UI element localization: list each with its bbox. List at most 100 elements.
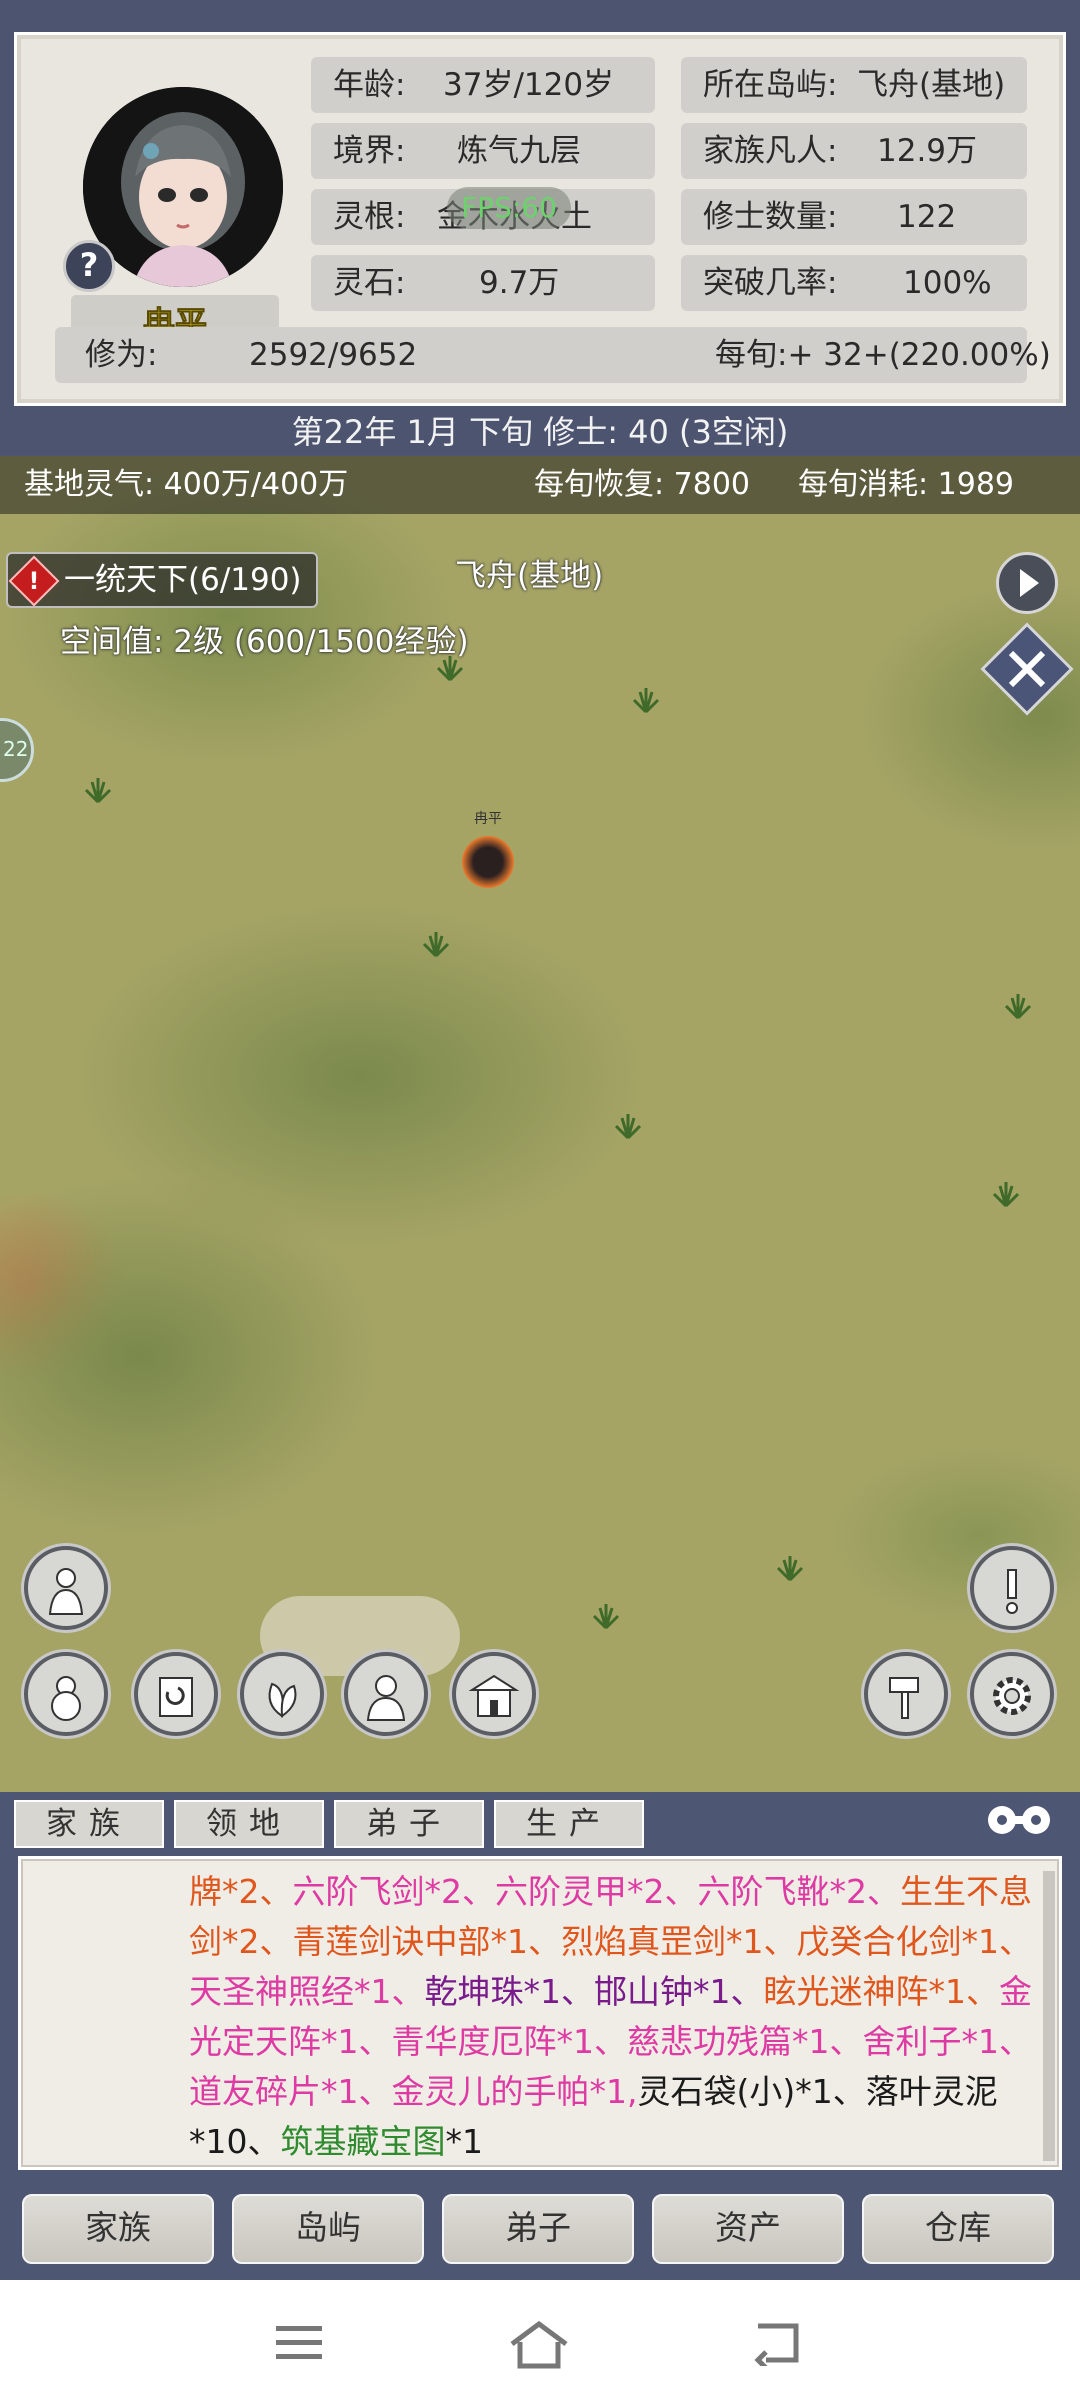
log-segment: 六阶飞剑*2、 [292,1872,496,1911]
stat-cultivators: 修士数量: 122 [681,189,1027,245]
player-map-avatar[interactable] [462,836,514,888]
log-segment: 道友碎片*1、 [189,2072,392,2111]
stat-realm-value: 炼气九层 [457,133,581,169]
back-icon[interactable] [752,2320,806,2366]
nav-family-button[interactable]: 家族 [22,2194,214,2264]
building-button[interactable] [452,1652,536,1736]
nav-island-button[interactable]: 岛屿 [232,2194,424,2264]
quest-label: 一统天下(6/190) [64,562,302,598]
player-info-panel: ? 冉平 年龄: 37岁/120岁 境界: 炼气九层 灵根: 金木水火土 灵石:… [14,32,1066,406]
system-navigation-bar [0,2280,1080,2408]
qi-recovery: 每旬恢复: 7800 [534,467,750,502]
stat-stone-label: 灵石: [333,265,406,301]
fps-counter: FPS:60 [447,187,571,229]
log-segment: 邯山钟*1、 [594,1972,764,2011]
herb-button[interactable] [240,1652,324,1736]
base-qi: 基地灵气: 400万/400万 [24,467,349,502]
alert-button[interactable] [970,1546,1054,1630]
stat-mortals-value: 12.9万 [877,133,978,169]
space-value: 空间值: 2级 (600/1500经验) [60,624,469,660]
log-segment: 天圣神照经*1、 [189,1972,425,2011]
stat-age: 年龄: 37岁/120岁 [311,57,655,113]
tab-family[interactable]: 家族 [14,1800,164,1848]
tab-production[interactable]: 生产 [494,1800,644,1848]
log-segment: 灵石袋(小)*1、 [637,2072,866,2111]
monk-icon [366,1675,406,1721]
grass-icon [592,1604,620,1630]
grass-icon [84,778,112,804]
stat-root-label: 灵根: [333,199,406,235]
date-bar: 第22年 1月 下旬 修士: 40 (3空闲) [0,410,1080,454]
event-log[interactable]: 牌*2、六阶飞剑*2、六阶灵甲*2、六阶飞靴*2、生生不息剑*2、青莲剑诀中部*… [18,1856,1062,2170]
grass-icon [992,1182,1020,1208]
stat-cultivation-label: 修为: [85,337,158,373]
log-scrollbar[interactable] [1043,1871,1055,2161]
gourd-button[interactable] [24,1652,108,1736]
stat-island-value: 飞舟(基地) [857,67,1006,103]
status-header: ? 冉平 年龄: 37岁/120岁 境界: 炼气九层 灵根: 金木水火土 灵石:… [0,0,1080,412]
stat-realm-label: 境界: [333,133,406,169]
leaf-icon [268,1682,297,1718]
stat-island-label: 所在岛屿: [703,67,838,103]
stat-age-value: 37岁/120岁 [443,67,615,103]
qi-consumption: 每旬消耗: 1989 [798,467,1014,502]
log-segment: 戊癸合化剑*1、 [796,1922,1033,1961]
help-icon[interactable]: ? [63,240,115,292]
settings-button[interactable] [970,1652,1054,1736]
tab-territory[interactable]: 领地 [174,1800,324,1848]
gourd-icon [51,1676,81,1721]
quest-tracker[interactable]: ! 一统天下(6/190) [6,552,318,608]
grass-icon [614,1114,642,1140]
log-segment: 牌*2、 [189,1872,293,1911]
log-segment: 六阶灵甲*2、 [495,1872,698,1911]
map-avatar-name: 冉平 [474,811,502,827]
person-icon [48,1568,84,1615]
log-segment: 青莲剑诀中部*1、 [292,1922,562,1961]
resource-bar: 基地灵气: 400万/400万 每旬恢复: 7800 每旬消耗: 1989 [0,456,1080,514]
crossed-swords-icon[interactable] [980,622,1074,716]
log-segment: 六阶飞靴*2、 [697,1872,901,1911]
stat-stone: 灵石: 9.7万 [311,255,655,311]
tab-disciples[interactable]: 弟子 [334,1800,484,1848]
grass-icon [632,688,660,714]
grass-icon [776,1556,804,1582]
nav-warehouse-button[interactable]: 仓库 [862,2194,1054,2264]
log-segment: 眩光迷神阵*1、 [763,1972,1000,2011]
pavilion-icon [468,1674,520,1717]
main-nav: 家族 岛屿 弟子 资产 仓库 [0,2176,1080,2276]
stat-realm: 境界: 炼气九层 [311,123,655,179]
stat-per-period: 每旬:+ 32+(220.00%) [715,337,1051,373]
home-icon[interactable] [508,2320,570,2370]
log-segment: 烈焰真罡剑*1、 [561,1922,797,1961]
log-segment: *1 [445,2122,484,2161]
log-segment: 慈悲功残篇*1、 [627,2022,863,2061]
stat-breakthrough-label: 突破几率: [703,265,838,301]
nav-disciples-button[interactable]: 弟子 [442,2194,634,2264]
stat-cultivators-label: 修士数量: [703,199,838,235]
stat-island: 所在岛屿: 飞舟(基地) [681,57,1027,113]
log-segment: 舍利子*1、 [862,2022,1033,2061]
scroll-button[interactable] [134,1652,218,1736]
stat-mortals-label: 家族凡人: [703,133,838,169]
gear-icon [993,1677,1031,1715]
menu-icon[interactable] [274,2320,324,2366]
stat-age-label: 年龄: [333,67,406,103]
log-segment: 乾坤珠*1、 [424,1972,595,2011]
exclamation-icon [1006,1569,1018,1614]
stat-breakthrough-value: 100% [903,265,992,301]
stat-stone-value: 9.7万 [479,265,560,301]
stat-cultivation: 修为: 2592/9652 每旬:+ 32+(220.00%) [55,327,1051,383]
disciple-figure-button[interactable] [24,1546,108,1630]
location-title: 飞舟(基地) [455,558,604,594]
grass-icon [436,656,464,682]
play-icon[interactable] [996,552,1058,614]
side-badge[interactable]: 22 [0,718,34,782]
island-map[interactable]: 基地灵气: 400万/400万 每旬恢复: 7800 每旬消耗: 1989 ! … [0,456,1080,1792]
cultivator-button[interactable] [344,1652,428,1736]
nav-assets-button[interactable]: 资产 [652,2194,844,2264]
hammer-button[interactable] [864,1652,948,1736]
log-text: 牌*2、六阶飞剑*2、六阶灵甲*2、六阶飞靴*2、生生不息剑*2、青莲剑诀中部*… [189,1867,1039,2167]
key-icon[interactable] [980,1798,1058,1842]
log-segment: 青华度厄阵*1、 [391,2022,628,2061]
stat-cultivation-value: 2592/9652 [249,337,418,373]
